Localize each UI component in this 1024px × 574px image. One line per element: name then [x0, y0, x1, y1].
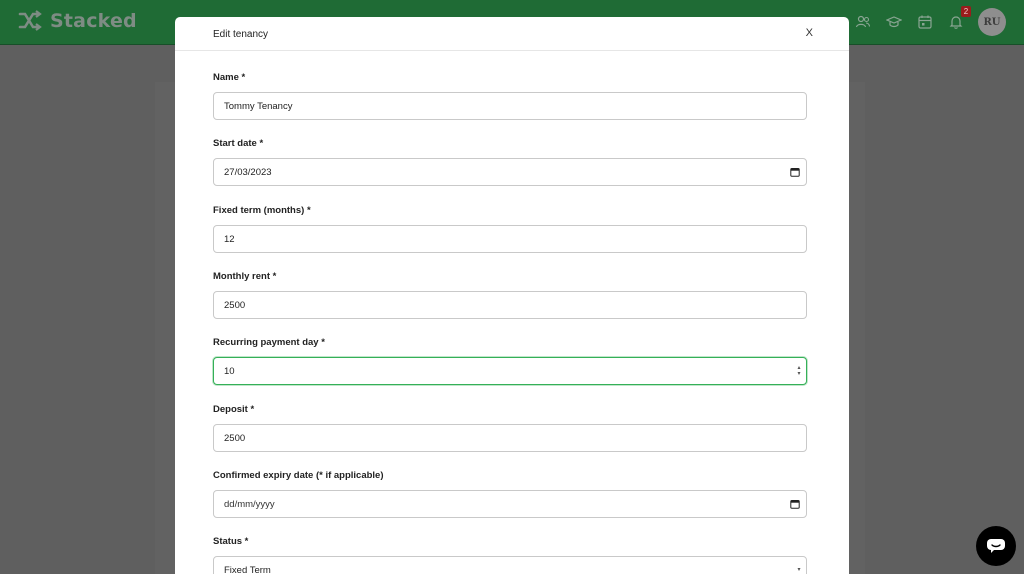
fixed-term-field-group: Fixed term (months) * 12 — [213, 204, 807, 253]
status-label: Status * — [213, 536, 249, 547]
monthly-rent-field-group: Monthly rent * 2500 — [213, 270, 807, 319]
name-field-group: Name * Tommy Tenancy — [213, 71, 807, 120]
notification-badge: 2 — [961, 6, 971, 17]
start-date-input[interactable]: 27/03/2023 — [213, 158, 807, 186]
payment-day-input[interactable]: 10 ▴ ▾ — [213, 357, 807, 385]
modal-title: Edit tenancy — [213, 29, 269, 40]
people-icon[interactable] — [854, 13, 872, 31]
graduation-cap-icon[interactable] — [885, 13, 903, 31]
chevron-down-icon: ▾ — [797, 567, 801, 573]
app-name: Stacked — [50, 10, 137, 32]
fixed-term-label: Fixed term (months) * — [213, 205, 311, 216]
fixed-term-value: 12 — [224, 233, 235, 245]
calendar-picker-icon[interactable] — [790, 167, 800, 177]
start-date-label: Start date * — [213, 138, 264, 149]
payment-day-value: 10 — [224, 365, 235, 377]
calendar-picker-icon[interactable] — [790, 499, 800, 509]
bell-icon[interactable]: 2 — [947, 6, 971, 31]
close-button[interactable]: X — [806, 27, 813, 39]
status-value: Fixed Term — [224, 564, 271, 574]
expiry-date-value: dd/mm/yyyy — [224, 498, 275, 510]
start-date-value: 27/03/2023 — [224, 166, 272, 178]
monthly-rent-input[interactable]: 2500 — [213, 291, 807, 319]
chat-bubble-icon — [987, 539, 1005, 553]
modal-header: Edit tenancy X — [175, 17, 849, 51]
monthly-rent-label: Monthly rent * — [213, 271, 277, 282]
deposit-input[interactable]: 2500 — [213, 424, 807, 452]
status-select[interactable]: Fixed Term ▾ — [213, 556, 807, 574]
name-label: Name * — [213, 72, 246, 83]
name-value: Tommy Tenancy — [224, 100, 293, 112]
deposit-value: 2500 — [224, 432, 246, 444]
deposit-label: Deposit * — [213, 404, 255, 415]
expiry-date-field-group: Confirmed expiry date (* if applicable) … — [213, 469, 807, 518]
shuffle-logo-icon — [18, 10, 42, 31]
nav-icons: 2 RU — [854, 6, 1006, 36]
payment-day-label: Recurring payment day * — [213, 337, 325, 348]
number-stepper-icon[interactable]: ▴ ▾ — [796, 365, 802, 377]
name-input[interactable]: Tommy Tenancy — [213, 92, 807, 120]
start-date-field-group: Start date * 27/03/2023 — [213, 137, 807, 186]
expiry-date-input[interactable]: dd/mm/yyyy — [213, 490, 807, 518]
chat-support-button[interactable] — [976, 526, 1016, 566]
user-avatar[interactable]: RU — [978, 8, 1006, 36]
status-field-group: Status * Fixed Term ▾ — [213, 535, 807, 574]
deposit-field-group: Deposit * 2500 — [213, 403, 807, 452]
calendar-icon[interactable] — [916, 13, 934, 31]
edit-tenancy-modal: Edit tenancy X Name * Tommy Tenancy Star… — [175, 17, 849, 574]
payment-day-field-group: Recurring payment day * 10 ▴ ▾ — [213, 336, 807, 385]
app-logo[interactable]: Stacked — [18, 10, 137, 32]
fixed-term-input[interactable]: 12 — [213, 225, 807, 253]
expiry-date-label: Confirmed expiry date (* if applicable) — [213, 470, 384, 481]
monthly-rent-value: 2500 — [224, 299, 246, 311]
